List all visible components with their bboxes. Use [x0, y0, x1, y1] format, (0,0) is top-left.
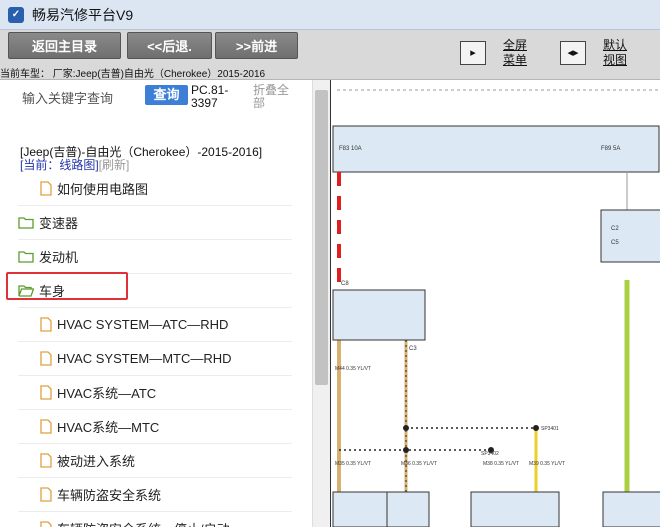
fuse-right-label: F89 5A — [601, 146, 620, 152]
document-icon — [40, 487, 52, 502]
wire-label-2: M36 0.35 YL/VT — [401, 461, 437, 467]
tree-file-item[interactable]: HVAC SYSTEM—ATC—RHD — [18, 308, 292, 342]
fullscreen-icon-button[interactable]: ▸ — [460, 41, 486, 65]
bottom-module-2 — [386, 491, 430, 527]
default-view-link[interactable]: 默认 视图 — [603, 38, 627, 68]
toolbar: 返回主目录 <<后退. >>前进 当前车型： 厂家:Jeep(吉普)自由光（Ch… — [0, 30, 660, 80]
tree-item-label: 车身 — [39, 284, 66, 299]
tree-item-label: 被动进入系统 — [57, 454, 136, 469]
fuse-left-label: F83 10A — [339, 146, 362, 152]
wire-label-5: M44 0.35 YL/VT — [335, 366, 371, 372]
splice-label-2: SP3402 — [481, 451, 499, 457]
tree-item-label: 发动机 — [39, 250, 79, 265]
tree-item-label: HVAC系统—MTC — [57, 420, 160, 435]
document-icon — [40, 453, 52, 468]
collapse-all-line2: 部 — [253, 96, 266, 110]
control-module-left — [332, 289, 426, 341]
wiring-diagram-panel[interactable]: F83 10A F89 5A C2 C5 C3 C8 SP3401 SP3402… — [330, 80, 660, 527]
collapse-all-link[interactable]: 折叠全 部 — [253, 84, 289, 110]
search-button[interactable]: 查询 — [145, 85, 188, 105]
tree-file-item[interactable]: HVAC系统—MTC — [18, 410, 292, 444]
default-view-icon-button[interactable]: ◂▸ — [560, 41, 586, 65]
panel-right-icon: ▸ — [470, 46, 476, 59]
document-icon — [40, 521, 52, 527]
default-view-label-line2: 视图 — [603, 53, 628, 67]
tree-file-item[interactable]: 如何使用电路图 — [18, 172, 292, 206]
tree-item-label: 如何使用电路图 — [57, 182, 149, 197]
document-icon — [40, 385, 52, 400]
tree-item-label: 车辆防盗安全系统—停止/启动 — [57, 519, 230, 527]
current-view-label: [当前：线路图] — [20, 158, 99, 172]
wiring-diagram-canvas: F83 10A F89 5A C2 C5 C3 C8 SP3401 SP3402… — [332, 89, 660, 527]
wire-label-4: M39 0.35 YL/VT — [529, 461, 565, 467]
search-input[interactable]: 输入关键字查询 — [22, 88, 113, 107]
back-to-main-button[interactable]: 返回主目录 — [8, 32, 121, 59]
tree-file-item[interactable]: HVAC系统—ATC — [18, 376, 292, 410]
wire-label-3: M38 0.35 YL/VT — [483, 461, 519, 467]
tree-file-item[interactable]: 被动进入系统 — [18, 444, 292, 478]
doc-code: PC.81- 3397 — [191, 84, 228, 110]
fullscreen-menu-link[interactable]: 全屏 菜单 — [503, 38, 527, 68]
doc-code-line2: 3397 — [191, 96, 218, 110]
tree-item-label: 变速器 — [39, 216, 79, 231]
sidebar-tree-panel: 输入关键字查询 查询 PC.81- 3397 折叠全 部 [Jeep(吉普)-自… — [0, 80, 312, 527]
fullscreen-label-line1: 全屏 — [503, 38, 528, 52]
tree-folder-item[interactable]: 变速器 — [18, 206, 292, 240]
connector-c3-label: C3 — [409, 346, 417, 352]
back-button[interactable]: <<后退. — [127, 32, 212, 59]
refresh-link[interactable]: [刷新] — [99, 158, 130, 172]
tree-file-item[interactable]: HVAC SYSTEM—MTC—RHD — [18, 342, 292, 376]
panel-split-icon: ◂▸ — [567, 46, 579, 59]
splice-label-1: SP3401 — [541, 426, 559, 432]
document-icon — [40, 419, 52, 434]
current-vehicle-label: 当前车型： 厂家:Jeep(吉普)自由光（Cherokee）2015-2016 — [0, 69, 266, 80]
tree-folder-item[interactable]: 车身 — [18, 274, 292, 308]
document-icon — [40, 317, 52, 332]
folder-icon — [18, 216, 34, 229]
tree-item-label: HVAC SYSTEM—ATC—RHD — [57, 317, 229, 332]
relay-module — [600, 209, 660, 263]
window-title: 畅易汽修平台V9 — [32, 6, 134, 23]
sidebar-scrollbar[interactable] — [312, 80, 330, 527]
tree-item-label: 车辆防盗安全系统 — [57, 488, 162, 503]
tree-file-item[interactable]: 车辆防盗安全系统 — [18, 478, 292, 512]
tree-folder-item[interactable]: 发动机 — [18, 240, 292, 274]
connector-c5-label: C5 — [611, 240, 619, 246]
connector-c2-label: C2 — [611, 226, 619, 232]
folder-open-icon — [18, 284, 34, 297]
tree-item-label: HVAC SYSTEM—MTC—RHD — [57, 351, 232, 366]
splice-dot-4 — [533, 425, 539, 431]
app-logo-icon: ✓ — [8, 6, 24, 23]
connector-c8-label: C8 — [341, 281, 349, 287]
document-icon — [40, 351, 52, 366]
scrollbar-thumb[interactable] — [315, 90, 328, 385]
bottom-module-3 — [470, 491, 560, 527]
fullscreen-label-line2: 菜单 — [503, 53, 528, 67]
splice-dot-1 — [403, 425, 409, 431]
bottom-module-1 — [332, 491, 394, 527]
forward-button[interactable]: >>前进 — [215, 32, 298, 59]
tree-file-item[interactable]: 车辆防盗安全系统—停止/启动 — [18, 512, 292, 527]
folder-icon — [18, 250, 34, 263]
tree-status: [当前：线路图][刷新] — [20, 159, 129, 172]
tree-item-label: HVAC系统—ATC — [57, 386, 157, 401]
window-titlebar: ✓ 畅易汽修平台V9 — [0, 0, 660, 30]
document-icon — [40, 181, 52, 196]
wire-label-1: M35 0.35 YL/VT — [335, 461, 371, 467]
default-view-label-line1: 默认 — [603, 38, 628, 52]
bottom-module-4 — [602, 491, 660, 527]
splice-dot-2 — [403, 447, 409, 453]
